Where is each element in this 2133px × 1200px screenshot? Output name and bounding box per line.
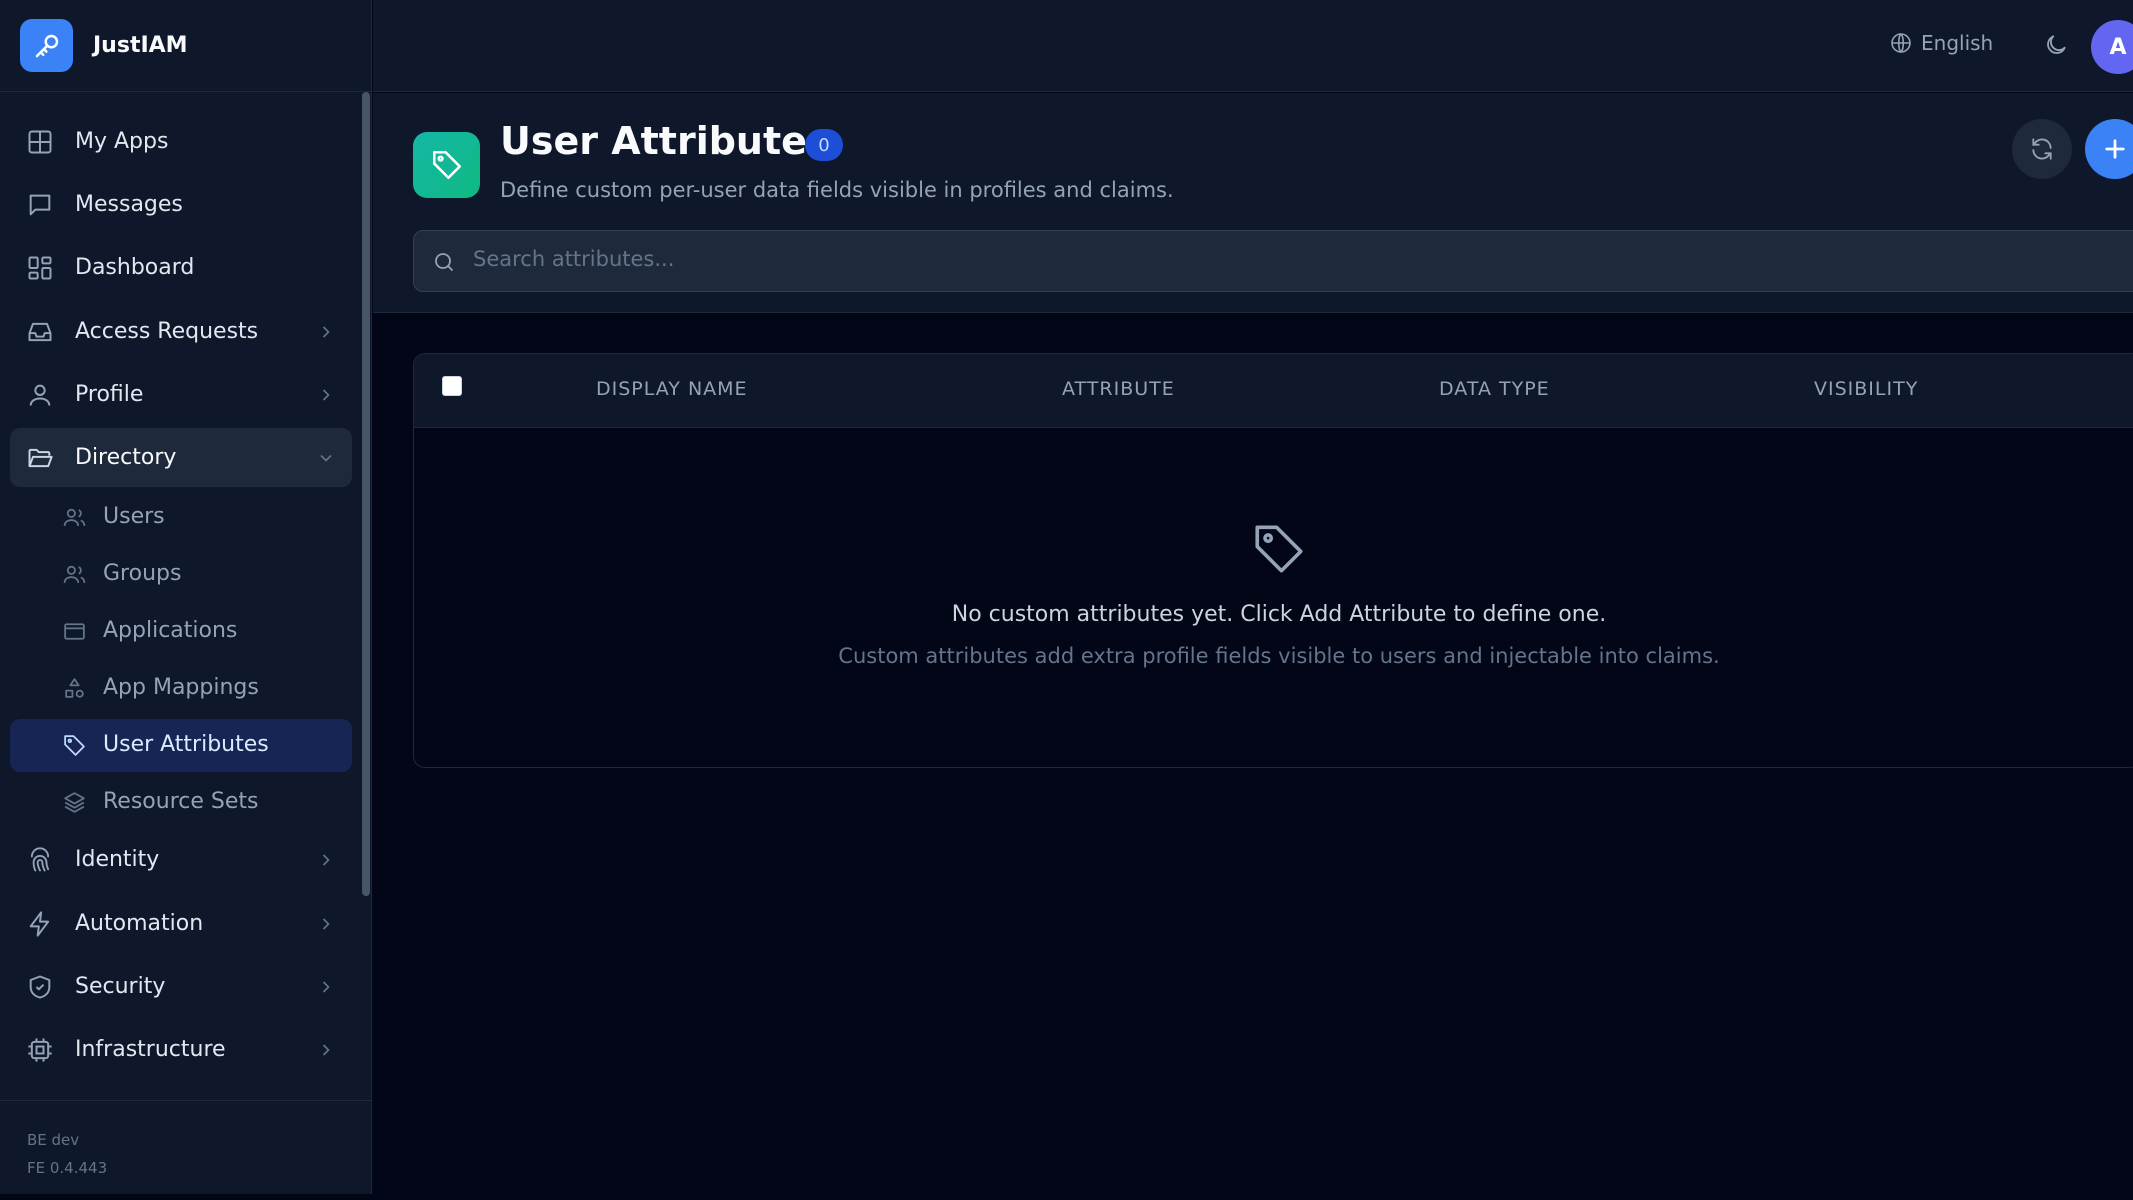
sidebar-subitem-label: App Mappings <box>103 675 259 700</box>
chevron-right-icon <box>316 385 336 405</box>
column-header-display-name[interactable]: DISPLAY NAME <box>596 378 748 400</box>
window-icon <box>62 619 87 644</box>
sidebar-subitem-label: Users <box>103 504 165 529</box>
sidebar-item-security[interactable]: Security <box>10 957 352 1016</box>
sidebar-item-dashboard[interactable]: Dashboard <box>10 238 352 297</box>
sidebar-subitem-label: User Attributes <box>103 732 269 757</box>
folder-open-icon <box>26 444 54 472</box>
globe-icon <box>1889 31 1921 55</box>
page-subtitle: Define custom per-user data fields visib… <box>500 178 1174 202</box>
sidebar-item-label: Directory <box>75 445 177 470</box>
shield-icon <box>26 973 54 1001</box>
sidebar-scrollbar[interactable] <box>362 92 370 896</box>
plus-icon <box>2101 135 2129 163</box>
sidebar-item-my-apps[interactable]: My Apps <box>10 112 352 171</box>
sidebar-subitem-resource-sets[interactable]: Resource Sets <box>10 776 352 829</box>
dashboard-icon <box>26 254 54 282</box>
tag-icon <box>413 132 480 198</box>
users-icon <box>62 505 87 530</box>
sidebar-nav: My Apps Messages Dashboard Access Reques… <box>0 92 360 1100</box>
grid-icon <box>26 128 54 156</box>
column-header-attribute[interactable]: ATTRIBUTE <box>1062 378 1175 400</box>
user-icon <box>26 381 54 409</box>
groups-icon <box>62 562 87 587</box>
moon-icon <box>2043 32 2069 58</box>
frontend-version: FE 0.4.443 <box>27 1159 108 1177</box>
avatar[interactable]: A <box>2091 20 2133 74</box>
empty-state-title: No custom attributes yet. Click Add Attr… <box>951 602 1607 627</box>
attributes-table: DISPLAY NAME ATTRIBUTE DATA TYPE VISIBIL… <box>413 353 2133 768</box>
chevron-right-icon <box>316 322 336 342</box>
sidebar-item-label: Automation <box>75 911 204 936</box>
shapes-icon <box>62 676 87 701</box>
sidebar-subitem-users[interactable]: Users <box>10 491 352 544</box>
sidebar-subitem-label: Groups <box>103 561 182 586</box>
sidebar-item-identity[interactable]: Identity <box>10 830 352 889</box>
sidebar-subitem-label: Applications <box>103 618 238 643</box>
column-header-data-type[interactable]: DATA TYPE <box>1439 378 1550 400</box>
sidebar-subitem-label: Resource Sets <box>103 789 259 814</box>
sidebar-subitem-app-mappings[interactable]: App Mappings <box>10 662 352 715</box>
table-header: DISPLAY NAME ATTRIBUTE DATA TYPE VISIBIL… <box>414 354 2133 428</box>
count-badge: 0 <box>805 129 843 161</box>
sidebar: JustIAM My Apps Messages Dashboard Acces… <box>0 0 372 1194</box>
sidebar-item-label: Security <box>75 974 166 999</box>
chevron-right-icon <box>316 914 336 934</box>
chevron-right-icon <box>316 1040 336 1060</box>
app-name: JustIAM <box>93 33 188 58</box>
column-header-visibility[interactable]: VISIBILITY <box>1814 378 1918 400</box>
refresh-button[interactable] <box>2012 119 2072 179</box>
sidebar-item-automation[interactable]: Automation <box>10 894 352 953</box>
brand[interactable]: JustIAM <box>0 0 371 92</box>
chevron-down-icon <box>316 448 336 468</box>
inbox-icon <box>26 318 54 346</box>
sidebar-subitem-user-attributes[interactable]: User Attributes <box>10 719 352 772</box>
empty-state-text: Custom attributes add extra profile fiel… <box>838 644 1720 668</box>
add-attribute-button[interactable] <box>2085 119 2133 179</box>
sidebar-item-label: Profile <box>75 382 144 407</box>
fingerprint-icon <box>26 846 54 874</box>
backend-version: BE dev <box>27 1131 80 1149</box>
language-selector[interactable]: English <box>1889 31 1993 55</box>
sidebar-item-directory[interactable]: Directory <box>10 428 352 487</box>
sidebar-item-label: Identity <box>75 847 160 872</box>
sidebar-item-infrastructure[interactable]: Infrastructure <box>10 1020 352 1079</box>
search-icon <box>432 250 456 274</box>
sidebar-subitem-groups[interactable]: Groups <box>10 548 352 601</box>
tag-icon <box>1250 520 1308 578</box>
search-input[interactable]: Search attributes... <box>413 230 2133 292</box>
theme-toggle[interactable] <box>2043 32 2069 58</box>
sidebar-item-messages[interactable]: Messages <box>10 175 352 234</box>
chevron-right-icon <box>316 850 336 870</box>
chevron-right-icon <box>316 977 336 997</box>
tag-icon <box>62 733 87 758</box>
topbar: English A <box>373 0 2133 92</box>
language-label: English <box>1921 31 1994 55</box>
sidebar-subitem-applications[interactable]: Applications <box>10 605 352 658</box>
select-all-checkbox[interactable] <box>442 376 462 396</box>
sidebar-item-profile[interactable]: Profile <box>10 365 352 424</box>
lightning-icon <box>26 910 54 938</box>
page-title: User Attributes <box>500 119 830 163</box>
search-placeholder: Search attributes... <box>473 247 675 271</box>
sidebar-item-label: My Apps <box>75 129 169 154</box>
sidebar-item-label: Access Requests <box>75 319 259 344</box>
page-header: User Attributes 0 Define custom per-user… <box>373 93 2133 313</box>
layers-icon <box>62 790 87 815</box>
message-icon <box>26 191 54 219</box>
sidebar-item-access-requests[interactable]: Access Requests <box>10 302 352 361</box>
version-info: BE dev FE 0.4.443 <box>0 1100 372 1194</box>
cpu-icon <box>26 1036 54 1064</box>
sidebar-item-label: Dashboard <box>75 255 195 280</box>
key-icon <box>20 19 73 72</box>
sidebar-item-label: Infrastructure <box>75 1037 226 1062</box>
sidebar-item-label: Messages <box>75 192 183 217</box>
refresh-icon <box>2029 136 2055 162</box>
